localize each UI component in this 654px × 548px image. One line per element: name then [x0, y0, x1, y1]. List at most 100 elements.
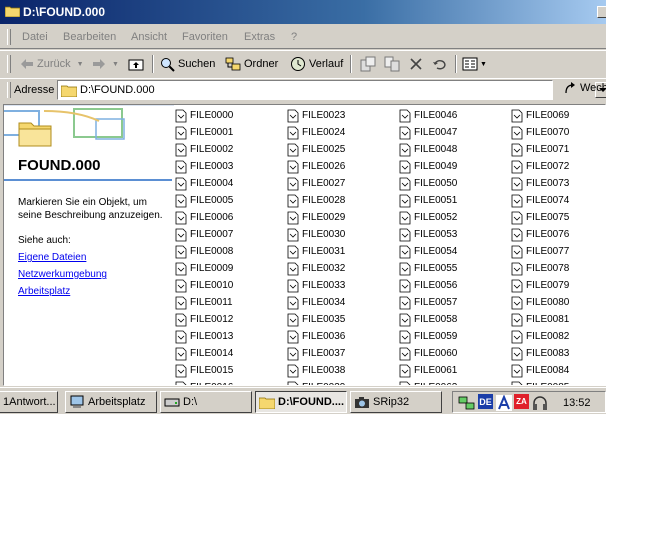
file-item[interactable]: FILE0060	[399, 345, 457, 362]
network-icon[interactable]	[458, 395, 476, 411]
views-button[interactable]: ▼	[462, 54, 487, 74]
file-item[interactable]: FILE0075	[511, 209, 569, 226]
toolbar-grip[interactable]	[7, 55, 11, 73]
menu-datei[interactable]: Datei	[22, 31, 48, 43]
menu-bearbeiten[interactable]: Bearbeiten	[63, 31, 116, 43]
file-item[interactable]: FILE0012	[175, 311, 233, 328]
file-item[interactable]: FILE0030	[287, 226, 345, 243]
file-item[interactable]: FILE0046	[399, 107, 457, 124]
file-item[interactable]: FILE0059	[399, 328, 457, 345]
move-to-button[interactable]	[360, 54, 377, 74]
file-item[interactable]: FILE0029	[287, 209, 345, 226]
folder-view[interactable]: FOUND.000 Markieren Sie ein Objekt, um s…	[3, 104, 606, 386]
file-item[interactable]: FILE0034	[287, 294, 345, 311]
menu-ansicht[interactable]: Ansicht	[131, 31, 167, 43]
file-item[interactable]: FILE0038	[287, 362, 345, 379]
file-item[interactable]: FILE0050	[399, 175, 457, 192]
file-item[interactable]: FILE0058	[399, 311, 457, 328]
forward-button[interactable]: ▼	[92, 54, 119, 74]
file-item[interactable]: FILE0053	[399, 226, 457, 243]
file-item[interactable]: FILE0057	[399, 294, 457, 311]
file-item[interactable]: FILE0078	[511, 260, 569, 277]
file-item[interactable]: FILE0074	[511, 192, 569, 209]
file-item[interactable]: FILE0009	[175, 260, 233, 277]
link-netzwerkumgebung[interactable]: Netzwerkumgebung	[18, 269, 107, 280]
file-item[interactable]: FILE0011	[175, 294, 233, 311]
file-item[interactable]: FILE0005	[175, 192, 233, 209]
file-item[interactable]: FILE0061	[399, 362, 457, 379]
font-icon[interactable]	[496, 395, 512, 411]
file-item[interactable]: FILE0000	[175, 107, 233, 124]
file-item[interactable]: FILE0076	[511, 226, 569, 243]
views-dropdown-icon[interactable]: ▼	[480, 61, 487, 68]
address-field[interactable]: D:\FOUND.000	[57, 80, 606, 100]
go-button[interactable]: Wech	[563, 81, 606, 95]
file-item[interactable]: FILE0054	[399, 243, 457, 260]
task-found-folder[interactable]: D:\FOUND....	[255, 391, 347, 413]
file-item[interactable]: FILE0072	[511, 158, 569, 175]
forward-dropdown-icon[interactable]: ▼	[112, 61, 119, 68]
up-folder-button[interactable]	[128, 54, 144, 74]
file-item[interactable]: FILE0013	[175, 328, 233, 345]
file-item[interactable]: FILE0070	[511, 124, 569, 141]
file-item[interactable]: FILE0079	[511, 277, 569, 294]
file-item[interactable]: FILE0004	[175, 175, 233, 192]
language-indicator[interactable]: DE	[478, 394, 493, 409]
file-item[interactable]: FILE0048	[399, 141, 457, 158]
file-item[interactable]: FILE0077	[511, 243, 569, 260]
file-item[interactable]: FILE0052	[399, 209, 457, 226]
file-item[interactable]: FILE0032	[287, 260, 345, 277]
file-item[interactable]: FILE0028	[287, 192, 345, 209]
minimize-button[interactable]	[597, 6, 606, 18]
link-eigene-dateien[interactable]: Eigene Dateien	[18, 252, 86, 263]
file-item[interactable]: FILE0083	[511, 345, 569, 362]
headphones-icon[interactable]	[532, 395, 548, 411]
task-drive-d[interactable]: D:\	[160, 391, 252, 413]
copy-to-button[interactable]	[384, 54, 401, 74]
file-item[interactable]: FILE0039	[287, 379, 345, 385]
file-item[interactable]: FILE0007	[175, 226, 233, 243]
file-item[interactable]: FILE0084	[511, 362, 569, 379]
back-button[interactable]: Zurück ▼	[20, 54, 84, 74]
file-item[interactable]: FILE0036	[287, 328, 345, 345]
file-item[interactable]: FILE0062	[399, 379, 457, 385]
file-item[interactable]: FILE0003	[175, 158, 233, 175]
file-item[interactable]: FILE0014	[175, 345, 233, 362]
file-item[interactable]: FILE0035	[287, 311, 345, 328]
search-button[interactable]: Suchen	[160, 54, 215, 74]
title-bar[interactable]: D:\FOUND.000	[0, 0, 606, 24]
file-item[interactable]: FILE0026	[287, 158, 345, 175]
file-item[interactable]: FILE0037	[287, 345, 345, 362]
zonealarm-icon[interactable]: ZA	[514, 394, 529, 409]
file-item[interactable]: FILE0080	[511, 294, 569, 311]
undo-button[interactable]	[432, 54, 448, 74]
file-item[interactable]: FILE0047	[399, 124, 457, 141]
link-arbeitsplatz[interactable]: Arbeitsplatz	[18, 286, 70, 297]
file-item[interactable]: FILE0027	[287, 175, 345, 192]
task-srip32[interactable]: SRip32	[350, 391, 442, 413]
file-item[interactable]: FILE0001	[175, 124, 233, 141]
delete-button[interactable]	[409, 54, 423, 74]
file-item[interactable]: FILE0024	[287, 124, 345, 141]
history-button[interactable]: Verlauf	[290, 54, 343, 74]
menu-favoriten[interactable]: Favoriten	[182, 31, 228, 43]
address-grip[interactable]	[7, 82, 11, 98]
menu-extras[interactable]: Extras	[244, 31, 275, 43]
menu-help[interactable]: ?	[291, 31, 297, 43]
folders-button[interactable]: Ordner	[225, 54, 278, 74]
file-item[interactable]: FILE0006	[175, 209, 233, 226]
task-arbeitsplatz[interactable]: Arbeitsplatz	[65, 391, 157, 413]
file-item[interactable]: FILE0023	[287, 107, 345, 124]
task-antwort[interactable]: 1Antwort...	[0, 391, 58, 413]
file-item[interactable]: FILE0051	[399, 192, 457, 209]
file-item[interactable]: FILE0082	[511, 328, 569, 345]
menu-grip[interactable]	[7, 29, 11, 45]
file-item[interactable]: FILE0031	[287, 243, 345, 260]
file-item[interactable]: FILE0010	[175, 277, 233, 294]
file-item[interactable]: FILE0016	[175, 379, 233, 385]
file-item[interactable]: FILE0056	[399, 277, 457, 294]
file-item[interactable]: FILE0085	[511, 379, 569, 385]
file-item[interactable]: FILE0002	[175, 141, 233, 158]
file-item[interactable]: FILE0073	[511, 175, 569, 192]
file-item[interactable]: FILE0071	[511, 141, 569, 158]
